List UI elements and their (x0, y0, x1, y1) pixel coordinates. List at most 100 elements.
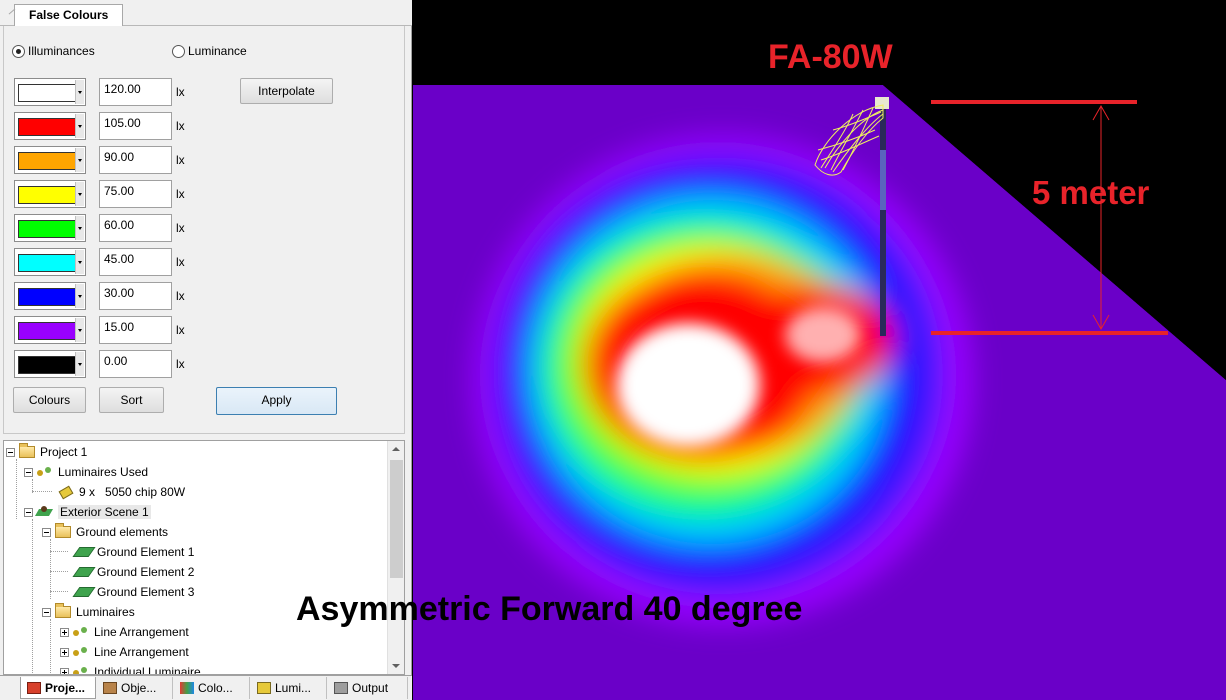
ground-element-icon (72, 587, 96, 597)
tree-ground-element-2[interactable]: Ground Element 2 (72, 562, 195, 582)
tree-project-label: Project 1 (40, 445, 88, 459)
ground-element-icon (72, 547, 96, 557)
folder-icon (55, 523, 71, 538)
collapse-icon[interactable] (24, 467, 33, 477)
caption: Asymmetric Forward 40 degree (296, 590, 803, 628)
tree-luminaires[interactable]: Luminaires (42, 602, 135, 622)
folder-icon (19, 443, 35, 458)
objects-icon (103, 682, 117, 694)
scroll-thumb[interactable] (390, 460, 403, 578)
tree-line-arrangement-2[interactable]: Line Arrangement (60, 642, 189, 662)
chevron-down-icon[interactable] (75, 182, 84, 206)
line-arrangement-icon (73, 626, 89, 638)
unit-label: lx (176, 153, 185, 167)
collapse-icon[interactable] (42, 607, 51, 617)
chevron-down-icon[interactable] (75, 216, 84, 240)
chevron-down-icon[interactable] (75, 284, 84, 308)
colour-picker[interactable] (14, 214, 86, 242)
threshold-input[interactable]: 30.00 (99, 282, 172, 310)
colour-picker[interactable] (14, 350, 86, 378)
colour-scale-row: 0.00 lx (14, 350, 194, 380)
tree-individual-luminaire[interactable]: Individual Luminaire (60, 662, 201, 675)
collapse-icon[interactable] (24, 507, 33, 517)
colour-scale-row: 45.00 lx (14, 248, 194, 278)
threshold-input[interactable]: 120.00 (99, 78, 172, 106)
colour-picker[interactable] (14, 112, 86, 140)
expand-icon[interactable] (60, 647, 69, 657)
chevron-down-icon[interactable] (75, 114, 84, 138)
apply-button[interactable]: Apply (216, 387, 337, 415)
threshold-input[interactable]: 90.00 (99, 146, 172, 174)
tree-ground-elements[interactable]: Ground elements (42, 522, 168, 542)
tab-output-label: Output (352, 681, 389, 695)
radio-illuminances[interactable]: Illuminances (12, 44, 95, 58)
tab-luminaires[interactable]: Lumi... (251, 677, 327, 699)
threshold-input[interactable]: 75.00 (99, 180, 172, 208)
expand-icon[interactable] (60, 627, 69, 637)
chevron-down-icon[interactable] (75, 148, 84, 172)
colour-picker[interactable] (14, 180, 86, 208)
model-label: FA-80W (768, 38, 893, 76)
tree-luminaire-item[interactable]: 9 x 5050 chip 80W (58, 482, 185, 502)
individual-luminaire-icon (73, 666, 89, 674)
tree-ground-element-3[interactable]: Ground Element 3 (72, 582, 195, 602)
tree-ground-2-label: Ground Element 2 (97, 565, 195, 579)
tree-ground-element-1[interactable]: Ground Element 1 (72, 542, 195, 562)
unit-label: lx (176, 221, 185, 235)
tree-ground-1-label: Ground Element 1 (97, 545, 195, 559)
tab-colours[interactable]: Colo... (174, 677, 250, 699)
chevron-down-icon[interactable] (75, 318, 84, 342)
interpolate-button[interactable]: Interpolate (240, 78, 333, 104)
expand-icon[interactable] (60, 667, 69, 674)
tree-line-arrangement-1[interactable]: Line Arrangement (60, 622, 189, 642)
tree-line-arr-1-label: Line Arrangement (94, 625, 189, 639)
radio-illuminances-dot[interactable] (12, 44, 25, 58)
luminaire-icon (257, 682, 271, 694)
tab-output[interactable]: Output (328, 677, 408, 699)
tree-ground-3-label: Ground Element 3 (97, 585, 195, 599)
tab-objects[interactable]: Obje... (97, 677, 173, 699)
pole (880, 108, 886, 336)
threshold-input[interactable]: 15.00 (99, 316, 172, 344)
colour-scale-row: 105.00 lx (14, 112, 194, 142)
unit-label: lx (176, 289, 185, 303)
collapse-icon[interactable] (6, 447, 15, 457)
colour-picker[interactable] (14, 282, 86, 310)
sort-button[interactable]: Sort (99, 387, 164, 413)
colours-button[interactable]: Colours (13, 387, 86, 413)
project-tree[interactable]: Project 1 Luminaires Used 9 x 5050 chip … (3, 440, 405, 675)
tree-individual-label: Individual Luminaire (94, 665, 201, 675)
colour-scale-row: 15.00 lx (14, 316, 194, 346)
colour-picker[interactable] (14, 248, 86, 276)
tree-luminaires-used[interactable]: Luminaires Used (24, 462, 148, 482)
chevron-down-icon[interactable] (75, 250, 84, 274)
threshold-input[interactable]: 105.00 (99, 112, 172, 140)
tree-luminaire-count: 9 x (79, 485, 96, 499)
threshold-input[interactable]: 45.00 (99, 248, 172, 276)
tab-luminaires-label: Lumi... (275, 681, 312, 695)
colour-picker[interactable] (14, 146, 86, 174)
colour-scale-row: 90.00 lx (14, 146, 194, 176)
threshold-input[interactable]: 0.00 (99, 350, 172, 378)
tab-false-colours[interactable]: False Colours (14, 4, 124, 27)
scroll-up-icon[interactable] (388, 441, 404, 458)
height-label: 5 meter (1032, 174, 1150, 211)
tree-project[interactable]: Project 1 (6, 442, 87, 462)
collapse-icon[interactable] (42, 527, 51, 537)
colour-swatch (18, 152, 76, 170)
chevron-down-icon[interactable] (75, 80, 84, 104)
tab-project[interactable]: Proje... (20, 677, 96, 699)
threshold-input[interactable]: 60.00 (99, 214, 172, 242)
unit-label: lx (176, 255, 185, 269)
colour-picker[interactable] (14, 78, 86, 106)
tree-luminaires-used-label: Luminaires Used (58, 465, 149, 479)
chevron-down-icon[interactable] (75, 352, 84, 376)
radio-luminance[interactable]: Luminance (172, 44, 247, 58)
tree-exterior-scene[interactable]: Exterior Scene 1 (24, 502, 151, 522)
radio-luminance-dot[interactable] (172, 44, 185, 58)
colour-scale-row: 120.00 lx (14, 78, 194, 108)
scroll-down-icon[interactable] (388, 657, 404, 674)
tree-scrollbar[interactable] (387, 441, 404, 674)
colour-swatch (18, 118, 76, 136)
colour-picker[interactable] (14, 316, 86, 344)
